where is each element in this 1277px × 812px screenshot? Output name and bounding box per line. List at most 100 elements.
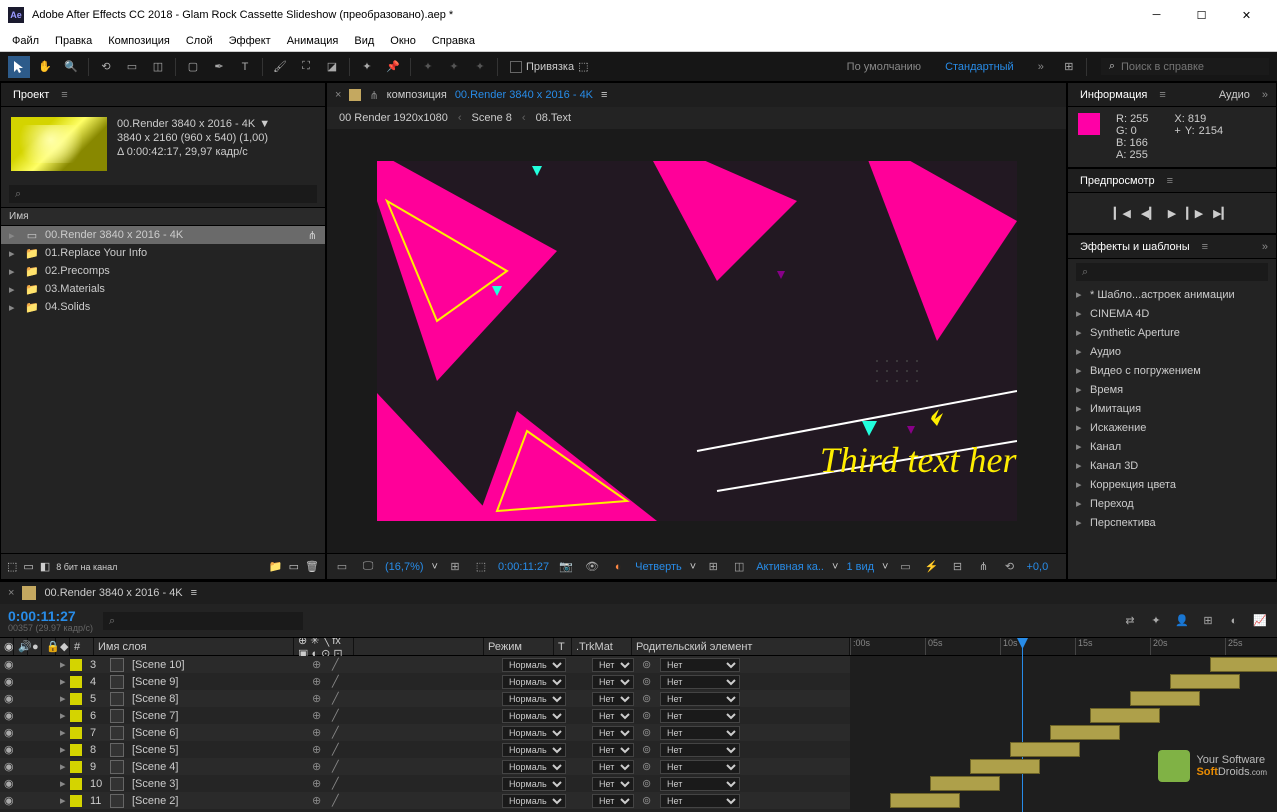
text-tool[interactable]: T	[234, 56, 256, 78]
menu-effect[interactable]: Эффект	[221, 35, 279, 47]
effect-category-item[interactable]: ▸Видео с погружением	[1068, 361, 1276, 380]
show-snapshot-icon[interactable]: 👁	[583, 558, 601, 576]
layer-label-icon[interactable]	[70, 795, 82, 807]
visibility-toggle[interactable]: ◉	[0, 673, 14, 690]
zoom-value[interactable]: (16,7%)	[385, 561, 424, 573]
close-tab-icon[interactable]: ×	[335, 89, 341, 101]
col-parent[interactable]: Родительский элемент	[632, 638, 850, 655]
effect-category-item[interactable]: ▸Переход	[1068, 494, 1276, 513]
effects-search-input[interactable]	[1076, 263, 1268, 281]
puppet-tool[interactable]: 📌	[382, 56, 404, 78]
effect-category-item[interactable]: ▸Аудио	[1068, 342, 1276, 361]
parent-select[interactable]: Нет	[660, 675, 740, 689]
channel-icon[interactable]: ◐	[609, 558, 627, 576]
layer-bar[interactable]	[890, 793, 960, 808]
mask-icon[interactable]: ◫	[730, 558, 748, 576]
panel-menu-icon[interactable]: ≡	[601, 89, 607, 101]
effect-category-item[interactable]: ▸Synthetic Aperture	[1068, 323, 1276, 342]
expand-icon[interactable]: »	[1262, 241, 1268, 253]
pixel-aspect-icon[interactable]: ▭	[896, 558, 914, 576]
snap-checkbox[interactable]	[510, 61, 522, 73]
views-value[interactable]: 1 вид	[846, 561, 874, 573]
project-search-input[interactable]	[9, 185, 317, 203]
layer-bar[interactable]	[1090, 708, 1160, 723]
canvas[interactable]: Third text her	[377, 161, 1017, 521]
timeline-icon[interactable]: ⊟	[948, 558, 966, 576]
close-tab-icon[interactable]: ×	[8, 587, 14, 599]
effect-category-item[interactable]: ▸Канал 3D	[1068, 456, 1276, 475]
timeline-layer-row[interactable]: ◉ ▸ 8 [Scene 5] ⊕ ╱ Нормаль Нет ⊚ Нет	[0, 741, 850, 758]
panel-menu-icon[interactable]: ≡	[61, 89, 67, 101]
effect-category-item[interactable]: ▸Искажение	[1068, 418, 1276, 437]
solo-col-icon[interactable]: ●	[28, 638, 42, 655]
effect-category-item[interactable]: ▸Канал	[1068, 437, 1276, 456]
visibility-toggle[interactable]: ◉	[0, 775, 14, 792]
breadcrumb-item[interactable]: 08.Text	[536, 112, 571, 124]
col-t[interactable]: Т	[554, 638, 572, 655]
parent-select[interactable]: Нет	[660, 709, 740, 723]
parent-select[interactable]: Нет	[660, 692, 740, 706]
new-folder-icon[interactable]: 📁	[269, 560, 283, 573]
menu-animation[interactable]: Анимация	[279, 35, 347, 47]
trkmat-select[interactable]: Нет	[592, 692, 634, 706]
project-comp-item[interactable]: ▸▭00.Render 3840 x 2016 - 4K⋔	[1, 226, 325, 244]
menu-edit[interactable]: Правка	[47, 35, 100, 47]
layer-bar[interactable]	[1130, 691, 1200, 706]
layer-bar[interactable]	[930, 776, 1000, 791]
orbit-tool[interactable]: ⟲	[95, 56, 117, 78]
project-folder-item[interactable]: ▸📁03.Materials	[1, 280, 325, 298]
blend-mode-select[interactable]: Нормаль	[502, 675, 566, 689]
rect-tool[interactable]: ▢	[182, 56, 204, 78]
panel-menu-icon[interactable]: ≡	[1202, 241, 1208, 253]
menu-file[interactable]: Файл	[4, 35, 47, 47]
visibility-toggle[interactable]: ◉	[0, 707, 14, 724]
trkmat-select[interactable]: Нет	[592, 777, 634, 791]
interpret-footage-icon[interactable]: ⬚	[7, 560, 17, 573]
blend-mode-select[interactable]: Нормаль	[502, 658, 566, 672]
project-folder-item[interactable]: ▸📁02.Precomps	[1, 262, 325, 280]
info-tab[interactable]: Информация	[1076, 87, 1151, 103]
blend-mode-select[interactable]: Нормаль	[502, 794, 566, 808]
visibility-toggle[interactable]: ◉	[0, 724, 14, 741]
layer-bar[interactable]	[1210, 657, 1277, 672]
blend-mode-select[interactable]: Нормаль	[502, 777, 566, 791]
layer-label-icon[interactable]	[70, 761, 82, 773]
new-comp-icon[interactable]: ▭	[23, 560, 33, 573]
fast-preview-icon[interactable]: ⚡	[922, 558, 940, 576]
parent-select[interactable]: Нет	[660, 777, 740, 791]
panel-menu-icon[interactable]: ≡	[1159, 89, 1165, 101]
effect-category-item[interactable]: ▸Перспектива	[1068, 513, 1276, 532]
blend-mode-select[interactable]: Нормаль	[502, 692, 566, 706]
pan-cam-tool[interactable]: ▭	[121, 56, 143, 78]
last-frame-button[interactable]: ▶▎	[1213, 207, 1230, 220]
play-button[interactable]: ▶	[1168, 207, 1176, 220]
grid-icon[interactable]: ⊞	[704, 558, 722, 576]
roi-icon[interactable]: ⬚	[472, 558, 490, 576]
pen-tool[interactable]: ✒	[208, 56, 230, 78]
col-layer-name[interactable]: Имя слоя	[94, 638, 294, 655]
project-tab[interactable]: Проект	[9, 87, 53, 103]
draft3d-icon[interactable]: ✦	[1147, 612, 1165, 630]
layer-label-icon[interactable]	[70, 744, 82, 756]
timeline-bars[interactable]	[850, 656, 1277, 812]
project-col-name[interactable]: Имя	[1, 207, 325, 226]
timeline-layer-row[interactable]: ◉ ▸ 6 [Scene 7] ⊕ ╱ Нормаль Нет ⊚ Нет	[0, 707, 850, 724]
col-mode[interactable]: Режим	[484, 638, 554, 655]
timeline-search-input[interactable]	[103, 612, 303, 630]
timeline-ruler[interactable]: :00s05s10s15s20s25s	[850, 638, 1277, 656]
layer-bar[interactable]	[1170, 674, 1240, 689]
help-search-input[interactable]	[1121, 61, 1261, 73]
blend-mode-select[interactable]: Нормаль	[502, 743, 566, 757]
maximize-button[interactable]: ☐	[1179, 0, 1224, 30]
eraser-tool[interactable]: ◪	[321, 56, 343, 78]
layer-label-icon[interactable]	[70, 778, 82, 790]
brush-tool[interactable]: 🖌	[269, 56, 291, 78]
trkmat-select[interactable]: Нет	[592, 743, 634, 757]
snap-icon[interactable]: ⬚	[578, 60, 588, 73]
exposure-value[interactable]: +0,0	[1026, 561, 1048, 573]
axis-view-icon[interactable]: ✦	[469, 56, 491, 78]
help-search[interactable]: ⌕	[1101, 58, 1269, 75]
layer-label-icon[interactable]	[70, 727, 82, 739]
dropdown-icon[interactable]: ▼	[259, 117, 270, 131]
minimize-button[interactable]: ─	[1134, 0, 1179, 30]
